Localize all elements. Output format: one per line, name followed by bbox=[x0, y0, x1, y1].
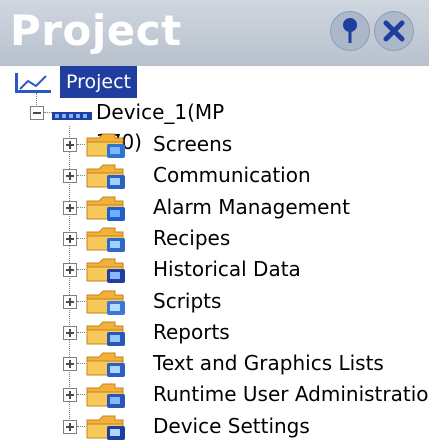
expand-toggle-icon[interactable] bbox=[63, 138, 77, 152]
expand-toggle-icon[interactable] bbox=[63, 325, 77, 340]
tree-item-label: Device Settings bbox=[153, 413, 310, 438]
text-graphics-folder-icon bbox=[86, 352, 125, 378]
tree-connector bbox=[77, 206, 85, 208]
expand-toggle-icon[interactable] bbox=[63, 231, 77, 246]
user-admin-folder-icon bbox=[86, 383, 125, 409]
tree-connector bbox=[77, 300, 85, 302]
tree-item-label: Alarm Management bbox=[153, 194, 350, 219]
device-settings-folder-icon bbox=[86, 415, 125, 440]
close-icon[interactable] bbox=[374, 11, 414, 51]
scripts-folder-icon bbox=[86, 290, 125, 315]
expand-toggle-icon[interactable] bbox=[63, 169, 77, 184]
alarm-folder-icon bbox=[86, 196, 125, 221]
tree-connector bbox=[77, 269, 85, 271]
project-icon bbox=[15, 73, 51, 93]
tree-item-label: Runtime User Administration bbox=[153, 382, 429, 407]
tree-item-label: Communication bbox=[153, 163, 311, 188]
expand-toggle-icon[interactable] bbox=[63, 200, 77, 215]
tree-item-label: Recipes bbox=[153, 225, 231, 250]
communication-folder-icon bbox=[86, 164, 125, 190]
tree-connector bbox=[77, 331, 85, 333]
tree-connector bbox=[77, 237, 85, 239]
tree-connector bbox=[77, 394, 85, 396]
device-label: Device_1(MP 370) bbox=[96, 100, 225, 154]
tree-root-label: Project bbox=[60, 66, 138, 98]
device-icon bbox=[52, 112, 92, 120]
expand-toggle-icon[interactable] bbox=[63, 263, 77, 278]
screens-folder-icon bbox=[86, 133, 125, 158]
tree-item-label: Screens bbox=[153, 132, 233, 156]
panel-title: Project bbox=[10, 6, 182, 55]
expand-toggle-icon[interactable] bbox=[63, 388, 77, 403]
tree-connector bbox=[77, 363, 85, 365]
tree-connector bbox=[77, 425, 85, 427]
tree-item-label: Historical Data bbox=[153, 257, 301, 282]
collapse-toggle-icon[interactable] bbox=[30, 106, 44, 120]
tree-connector bbox=[77, 144, 85, 145]
panel-titlebar: Project bbox=[0, 0, 429, 66]
recipes-folder-icon bbox=[86, 227, 125, 252]
expand-toggle-icon[interactable] bbox=[63, 294, 77, 309]
tree-item-label: Text and Graphics Lists bbox=[153, 351, 384, 376]
tree-item-label: Reports bbox=[153, 319, 230, 344]
tree-item-label: Scripts bbox=[153, 288, 222, 313]
tree-connector bbox=[44, 112, 52, 113]
project-panel: Project Project Device_1(MP Screens Comm… bbox=[0, 0, 429, 443]
expand-toggle-icon[interactable] bbox=[63, 419, 77, 434]
reports-folder-icon bbox=[86, 321, 125, 346]
expand-toggle-icon[interactable] bbox=[63, 357, 77, 372]
historical-data-folder-icon bbox=[86, 258, 125, 284]
tree-connector bbox=[77, 175, 85, 177]
pin-icon[interactable] bbox=[330, 11, 370, 51]
